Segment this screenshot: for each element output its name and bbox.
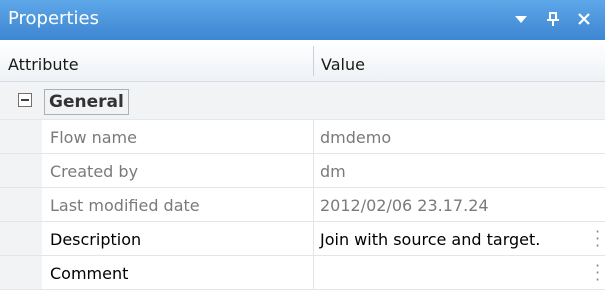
column-divider <box>313 222 314 255</box>
property-name: Created by <box>50 162 139 181</box>
description-field[interactable]: Join with source and target. <box>320 230 540 249</box>
category-row-general[interactable]: General <box>0 82 605 120</box>
panel-title: Properties <box>8 8 99 29</box>
properties-panel: Properties Attribute Value General Flow … <box>0 0 605 291</box>
row-gutter <box>0 188 42 221</box>
property-name: Last modified date <box>50 196 200 215</box>
property-row-comment[interactable]: Comment · · · <box>0 256 605 290</box>
column-resizer[interactable] <box>313 46 314 76</box>
property-name: Comment <box>50 264 129 283</box>
property-name: Flow name <box>50 128 137 147</box>
close-icon <box>578 13 590 25</box>
dropdown-icon <box>515 16 527 23</box>
attribute-column-header[interactable]: Attribute <box>8 55 79 74</box>
window-menu-button[interactable] <box>508 6 534 32</box>
category-label: General <box>44 89 129 115</box>
value-column-header[interactable]: Value <box>321 55 365 74</box>
pin-button[interactable] <box>540 6 566 32</box>
property-row-last-modified-date[interactable]: Last modified date 2012/02/06 23.17.24 <box>0 188 605 222</box>
title-bar: Properties <box>0 0 605 40</box>
ellipsis-icon[interactable]: · · · <box>595 224 600 254</box>
property-row-created-by[interactable]: Created by dm <box>0 154 605 188</box>
column-divider <box>313 188 314 221</box>
row-gutter <box>0 222 42 255</box>
column-divider <box>313 154 314 187</box>
property-row-description[interactable]: Description Join with source and target.… <box>0 222 605 256</box>
property-value[interactable]: dmdemo <box>320 128 391 147</box>
column-divider <box>313 120 314 153</box>
pin-icon <box>547 12 559 26</box>
collapse-icon[interactable] <box>18 93 32 107</box>
property-value[interactable]: dm <box>320 162 346 181</box>
row-gutter <box>0 154 42 187</box>
row-gutter <box>0 120 42 153</box>
column-divider <box>313 256 314 289</box>
property-name: Description <box>50 230 142 249</box>
ellipsis-icon[interactable]: · · · <box>595 258 600 288</box>
property-value[interactable]: 2012/02/06 23.17.24 <box>320 196 489 215</box>
row-gutter <box>0 256 42 289</box>
close-button[interactable] <box>571 6 597 32</box>
property-row-flow-name[interactable]: Flow name dmdemo <box>0 120 605 154</box>
grid-header: Attribute Value <box>0 40 605 82</box>
